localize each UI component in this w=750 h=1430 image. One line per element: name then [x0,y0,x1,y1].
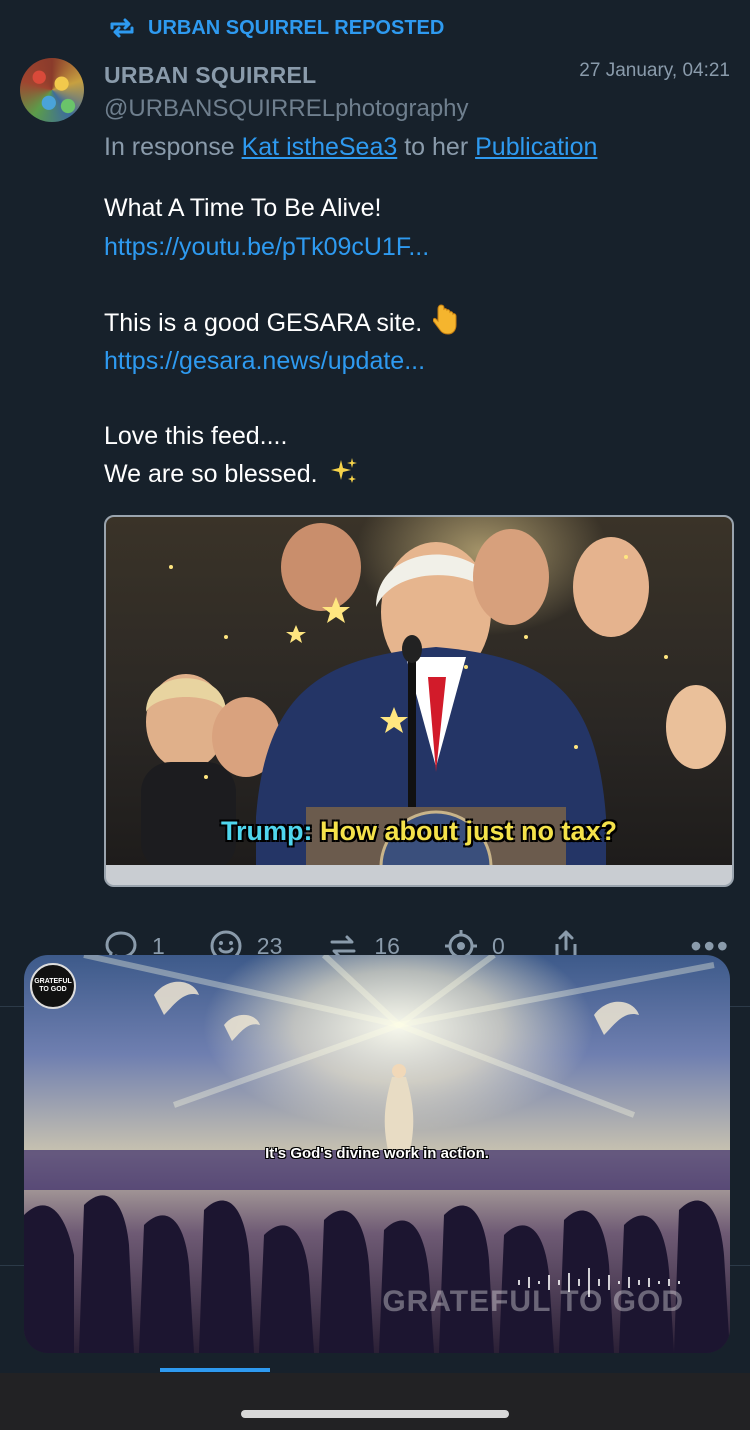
author-handle[interactable]: @URBANSQUIRRELphotography [104,95,469,123]
bottom-bar [0,1373,750,1430]
post-media-image[interactable]: Trump: How about just no tax? [104,515,734,887]
post-link-gesara[interactable]: https://gesara.news/update... [104,342,724,380]
post-timestamp: 27 January, 04:21 [579,60,730,81]
pip-video-player[interactable]: GRATEFUL TO GOD It's God's divine work i… [24,955,730,1353]
active-tab-indicator [160,1368,270,1372]
reply-middle: to her [404,133,469,161]
post-link-youtube[interactable]: https://youtu.be/pTk09cU1F... [104,228,724,266]
post-text-line: This is a good GESARA site. [104,303,724,346]
reply-publication-link[interactable]: Publication [475,133,597,161]
repost-indicator[interactable]: URBAN SQUIRREL REPOSTED [108,12,444,44]
post-text-blessed: We are so blessed. [104,460,318,488]
repost-icon [110,18,134,38]
reply-context: In response Kat istheSea3 to her Publica… [104,133,597,162]
avatar[interactable] [20,58,84,122]
post-text-line: What A Time To Be Alive! [104,194,382,222]
video-subtitle: It's God's divine work in action. [265,1145,489,1162]
rally-photo: Trump: How about just no tax? [106,517,732,865]
author-name[interactable]: URBAN SQUIRREL [104,62,316,89]
channel-logo[interactable]: GRATEFUL TO GOD [30,963,76,1009]
rally-scene-illustration [141,523,726,865]
media-caption-speaker: Trump: [221,816,313,846]
post-text-line: We are so blessed. [104,455,724,497]
home-indicator[interactable] [241,1410,509,1418]
repost-label: URBAN SQUIRREL REPOSTED [148,16,445,39]
reply-prefix: In response [104,133,235,161]
media-caption: Trump: How about just no tax? [106,816,732,847]
post-text-line: Love this feed.... [104,422,288,450]
video-watermark: GRATEFUL TO GOD [382,1285,684,1318]
media-caption-text: How about just no tax? [312,816,617,846]
sparkles-icon [329,456,359,497]
pointing-down-hand-icon [432,303,459,346]
reply-user-link[interactable]: Kat istheSea3 [242,133,398,161]
post-text-gesara: This is a good GESARA site. [104,309,423,337]
